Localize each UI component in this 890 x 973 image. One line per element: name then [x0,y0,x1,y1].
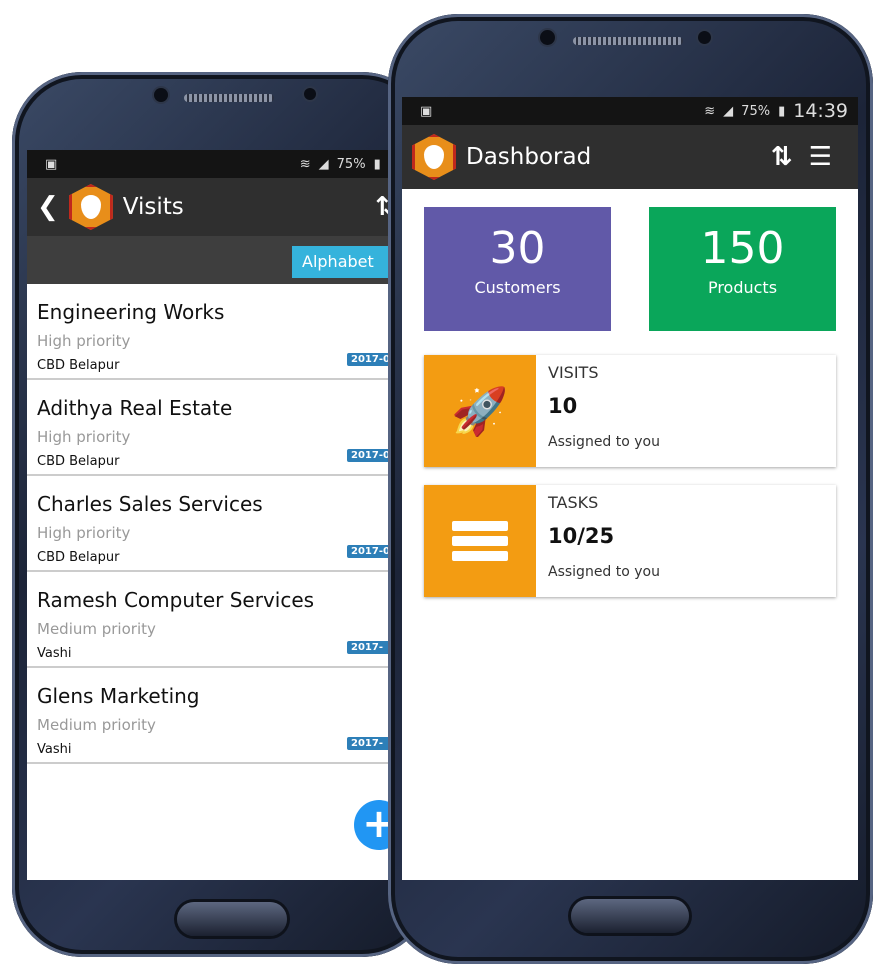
battery-text: 75% [741,103,771,119]
wifi-icon: ≋ [704,103,716,119]
item-location: CBD Belapur [37,358,120,373]
clock: 14:39 [793,100,848,122]
card-heading: VISITS [548,363,599,382]
stats-row: 30 Customers 150 Products [402,189,858,331]
sync-icon[interactable]: ⇅ [771,142,793,172]
item-priority: Medium priority [37,620,156,638]
list-item[interactable]: Charles Sales Services High priority CBD… [27,476,407,572]
item-location: CBD Belapur [37,550,120,565]
battery-icon: ▮ [778,103,786,119]
sort-select-value: Alphabet [302,252,374,271]
card-subtitle: Assigned to you [548,564,660,580]
card-tasks[interactable]: TASKS 10/25 Assigned to you [424,485,836,597]
page-title: Dashborad [466,144,592,170]
item-location: Vashi [37,742,72,757]
sensor [698,31,711,44]
card-count: 10/25 [548,524,615,548]
card-heading: TASKS [548,493,599,512]
camera [540,30,555,45]
list-item[interactable]: Glens Marketing Medium priority Vashi 20… [27,668,407,764]
app-logo [412,134,456,180]
image-icon: ▣ [45,156,58,172]
status-bar: ▣ ≋ ◢ 75% ▮ 14:39 [402,97,858,125]
signal-icon: ◢ [723,103,734,119]
battery-icon: ▮ [373,156,381,172]
page-title: Visits [122,194,184,220]
item-location: Vashi [37,646,72,661]
stat-label: Products [707,278,778,297]
item-name: Adithya Real Estate [37,396,233,420]
camera [154,88,168,102]
list-item[interactable]: Engineering Works High priority CBD Bela… [27,284,407,380]
image-icon: ▣ [420,103,433,119]
wifi-icon: ≋ [299,156,311,172]
visits-list: Engineering Works High priority CBD Bela… [27,284,407,764]
home-button [571,899,689,933]
stat-tile-customers[interactable]: 30 Customers [424,207,611,331]
item-name: Charles Sales Services [37,492,263,516]
item-location: CBD Belapur [37,454,120,469]
phone-left: ▣ ≋ ◢ 75% ▮ 1 ❮ Visits ⇅ Alphabet▼ Engin… [12,72,432,957]
sensor [304,88,316,100]
stat-value: 150 [700,223,785,274]
app-logo [68,184,113,230]
cards: 🚀 VISITS 10 Assigned to you TASKS 10/25 Assign… [402,355,858,597]
battery-text: 75% [336,156,366,172]
signal-icon: ◢ [318,156,329,172]
stat-tile-products[interactable]: 150 Products [649,207,836,331]
speaker [184,94,274,102]
item-priority: Medium priority [37,716,156,734]
app-bar: ❮ Visits ⇅ [27,178,407,236]
card-visits[interactable]: 🚀 VISITS 10 Assigned to you [424,355,836,467]
back-icon[interactable]: ❮ [37,192,59,222]
item-priority: High priority [37,428,131,446]
card-count: 10 [548,394,578,418]
item-name: Engineering Works [37,300,225,324]
speaker [573,37,683,45]
item-name: Ramesh Computer Services [37,588,315,612]
item-priority: High priority [37,332,131,350]
app-bar: Dashborad ⇅ ☰ [402,125,858,189]
filter-bar: Alphabet▼ [27,236,407,284]
list-icon [424,485,536,597]
stat-label: Customers [474,278,561,297]
card-subtitle: Assigned to you [548,434,660,450]
dashboard-screen: ▣ ≋ ◢ 75% ▮ 14:39 Dashborad ⇅ ☰ 30 Custom… [402,97,858,880]
status-bar: ▣ ≋ ◢ 75% ▮ 1 [27,150,407,178]
list-item[interactable]: Adithya Real Estate High priority CBD Be… [27,380,407,476]
item-name: Glens Marketing [37,684,200,708]
item-priority: High priority [37,524,131,542]
rocket-icon: 🚀 [424,355,536,467]
visits-screen: ▣ ≋ ◢ 75% ▮ 1 ❮ Visits ⇅ Alphabet▼ Engin… [27,150,407,880]
home-button [177,902,287,936]
phone-right: ▣ ≋ ◢ 75% ▮ 14:39 Dashborad ⇅ ☰ 30 Custom… [388,14,873,964]
menu-icon[interactable]: ☰ [809,142,832,172]
list-item[interactable]: Ramesh Computer Services Medium priority… [27,572,407,668]
stat-value: 30 [489,223,546,274]
